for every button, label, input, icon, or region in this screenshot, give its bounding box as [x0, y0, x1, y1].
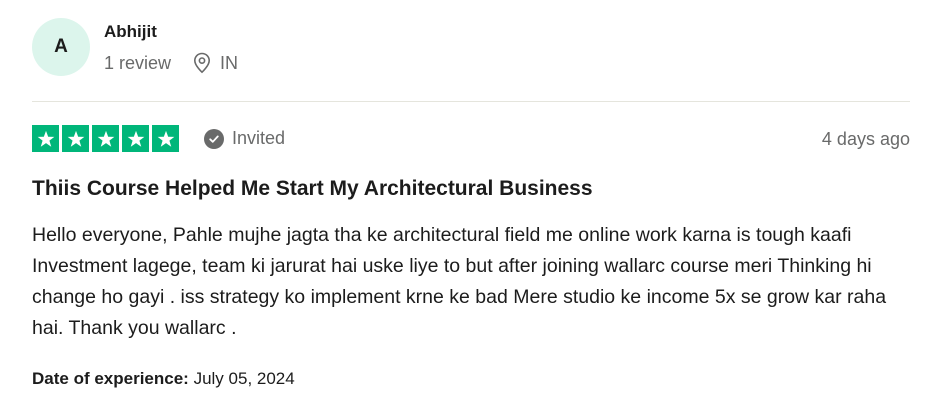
- star-icon: [62, 125, 89, 152]
- star-icon: [92, 125, 119, 152]
- star-icon: [32, 125, 59, 152]
- star-icon: [122, 125, 149, 152]
- consumer-name[interactable]: Abhijit: [104, 22, 157, 42]
- location-pin-icon: [194, 52, 211, 74]
- star-rating: [32, 125, 179, 152]
- experience-label: Date of experience:: [32, 369, 189, 388]
- divider: [32, 101, 910, 102]
- verification-label: Invited: [232, 128, 286, 148]
- country-code: IN: [220, 52, 239, 73]
- review-count: 1 review: [104, 52, 172, 73]
- star-icon: [152, 125, 179, 152]
- avatar-initial: A: [54, 36, 68, 57]
- consumer-location: IN: [193, 52, 238, 74]
- review-title[interactable]: Thiis Course Helped Me Start My Architec…: [32, 177, 593, 201]
- consumer-meta: 1 review IN: [104, 52, 238, 74]
- date-of-experience: Date of experience: July 05, 2024: [32, 369, 295, 389]
- verification-badge[interactable]: Invited: [204, 128, 285, 149]
- checkmark-circle-icon: [204, 128, 224, 149]
- review-date: 4 days ago: [821, 129, 910, 149]
- experience-date: July 05, 2024: [193, 369, 295, 388]
- review-card: A Abhijit 1 review IN Invited 4 days ago…: [32, 0, 910, 413]
- avatar[interactable]: A: [32, 18, 90, 76]
- review-body: Hello everyone, Pahle mujhe jagta tha ke…: [32, 224, 887, 339]
